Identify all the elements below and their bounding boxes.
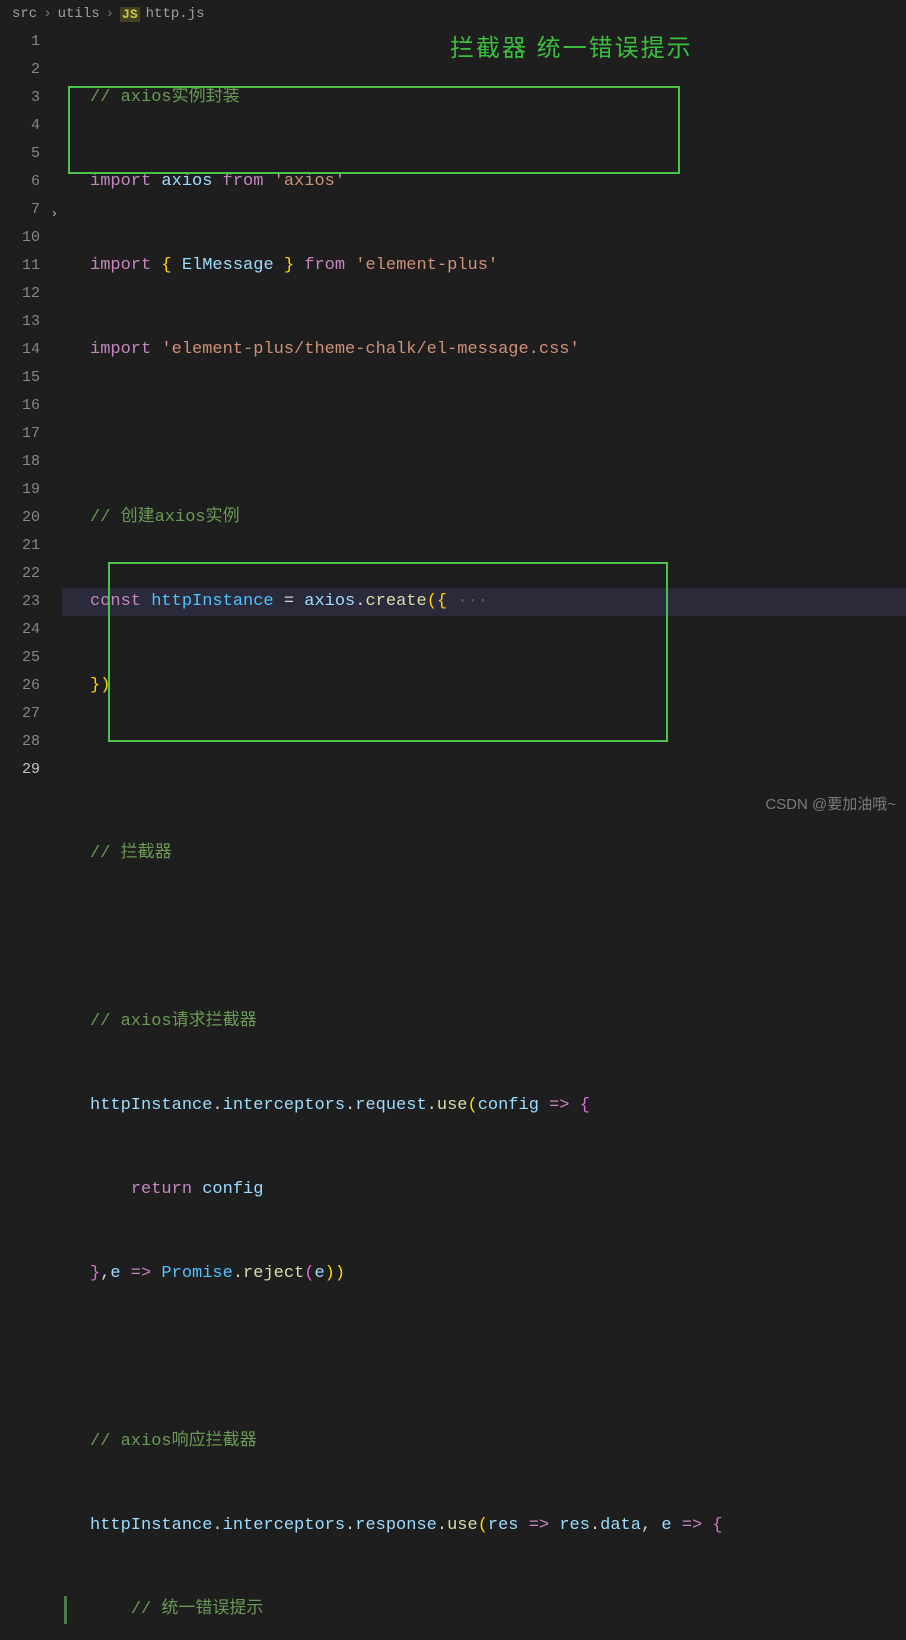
line-number: 16 [0,392,40,420]
annotation-title: 拦截器 统一错误提示 [450,28,693,63]
line-number: 22 [0,560,40,588]
code-line[interactable] [62,924,906,952]
line-number: 23 [0,588,40,616]
javascript-icon: JS [120,7,140,22]
line-number: 29 [0,756,40,784]
code-line[interactable]: // axios实例封装 [62,84,906,112]
line-number: 24 [0,616,40,644]
code-line[interactable]: // 创建axios实例 [62,504,906,532]
breadcrumb-seg[interactable]: src [12,6,37,22]
line-number: 1 [0,28,40,56]
line-number: 28 [0,728,40,756]
line-number: 14 [0,336,40,364]
line-number: 13 [0,308,40,336]
code-line[interactable]: import { ElMessage } from 'element-plus' [62,252,906,280]
line-number: 11 [0,252,40,280]
line-number: 17 [0,420,40,448]
code-line[interactable]: httpInstance.interceptors.request.use(co… [62,1092,906,1120]
line-number: 6 [0,168,40,196]
watermark: CSDN @要加油哦~ [765,793,896,814]
code-line[interactable]: // 拦截器 [62,840,906,868]
code-line[interactable] [62,1344,906,1372]
line-number: 2 [0,56,40,84]
breadcrumb-seg[interactable]: utils [58,6,100,22]
code-line[interactable]: // axios响应拦截器 [62,1428,906,1456]
line-number: 10 [0,224,40,252]
line-number: 7› [0,196,40,224]
line-number: 19 [0,476,40,504]
code-line[interactable] [62,420,906,448]
code-line[interactable]: },e => Promise.reject(e)) [62,1260,906,1288]
line-number: 21 [0,532,40,560]
code-line[interactable]: import 'element-plus/theme-chalk/el-mess… [62,336,906,364]
breadcrumb[interactable]: src › utils › JS http.js [0,0,906,28]
line-number: 3 [0,84,40,112]
line-number: 20 [0,504,40,532]
code-line[interactable]: import axios from 'axios' [62,168,906,196]
line-number: 15 [0,364,40,392]
code-editor[interactable]: 1 2 3 4 5 6 7› 10 11 12 13 14 15 16 17 1… [0,28,906,1640]
line-number: 26 [0,672,40,700]
code-line[interactable]: // 统一错误提示 [62,1596,906,1624]
chevron-right-icon: › [106,6,114,22]
code-line[interactable]: httpInstance.interceptors.response.use(r… [62,1512,906,1540]
code-content[interactable]: // axios实例封装 import axios from 'axios' i… [62,28,906,1640]
line-number: 18 [0,448,40,476]
code-line[interactable]: return config [62,1176,906,1204]
chevron-right-icon: › [43,6,51,22]
code-line[interactable]: }) [62,672,906,700]
code-line[interactable]: // axios请求拦截器 [62,1008,906,1036]
line-number: 4 [0,112,40,140]
code-line[interactable]: const httpInstance = axios.create({ ··· [62,588,906,616]
breadcrumb-file[interactable]: http.js [146,6,205,22]
line-number: 25 [0,644,40,672]
code-line[interactable] [62,756,906,784]
fold-icon[interactable]: › [51,200,58,228]
line-number: 5 [0,140,40,168]
line-number: 12 [0,280,40,308]
line-number: 27 [0,700,40,728]
line-gutter: 1 2 3 4 5 6 7› 10 11 12 13 14 15 16 17 1… [0,28,62,1640]
